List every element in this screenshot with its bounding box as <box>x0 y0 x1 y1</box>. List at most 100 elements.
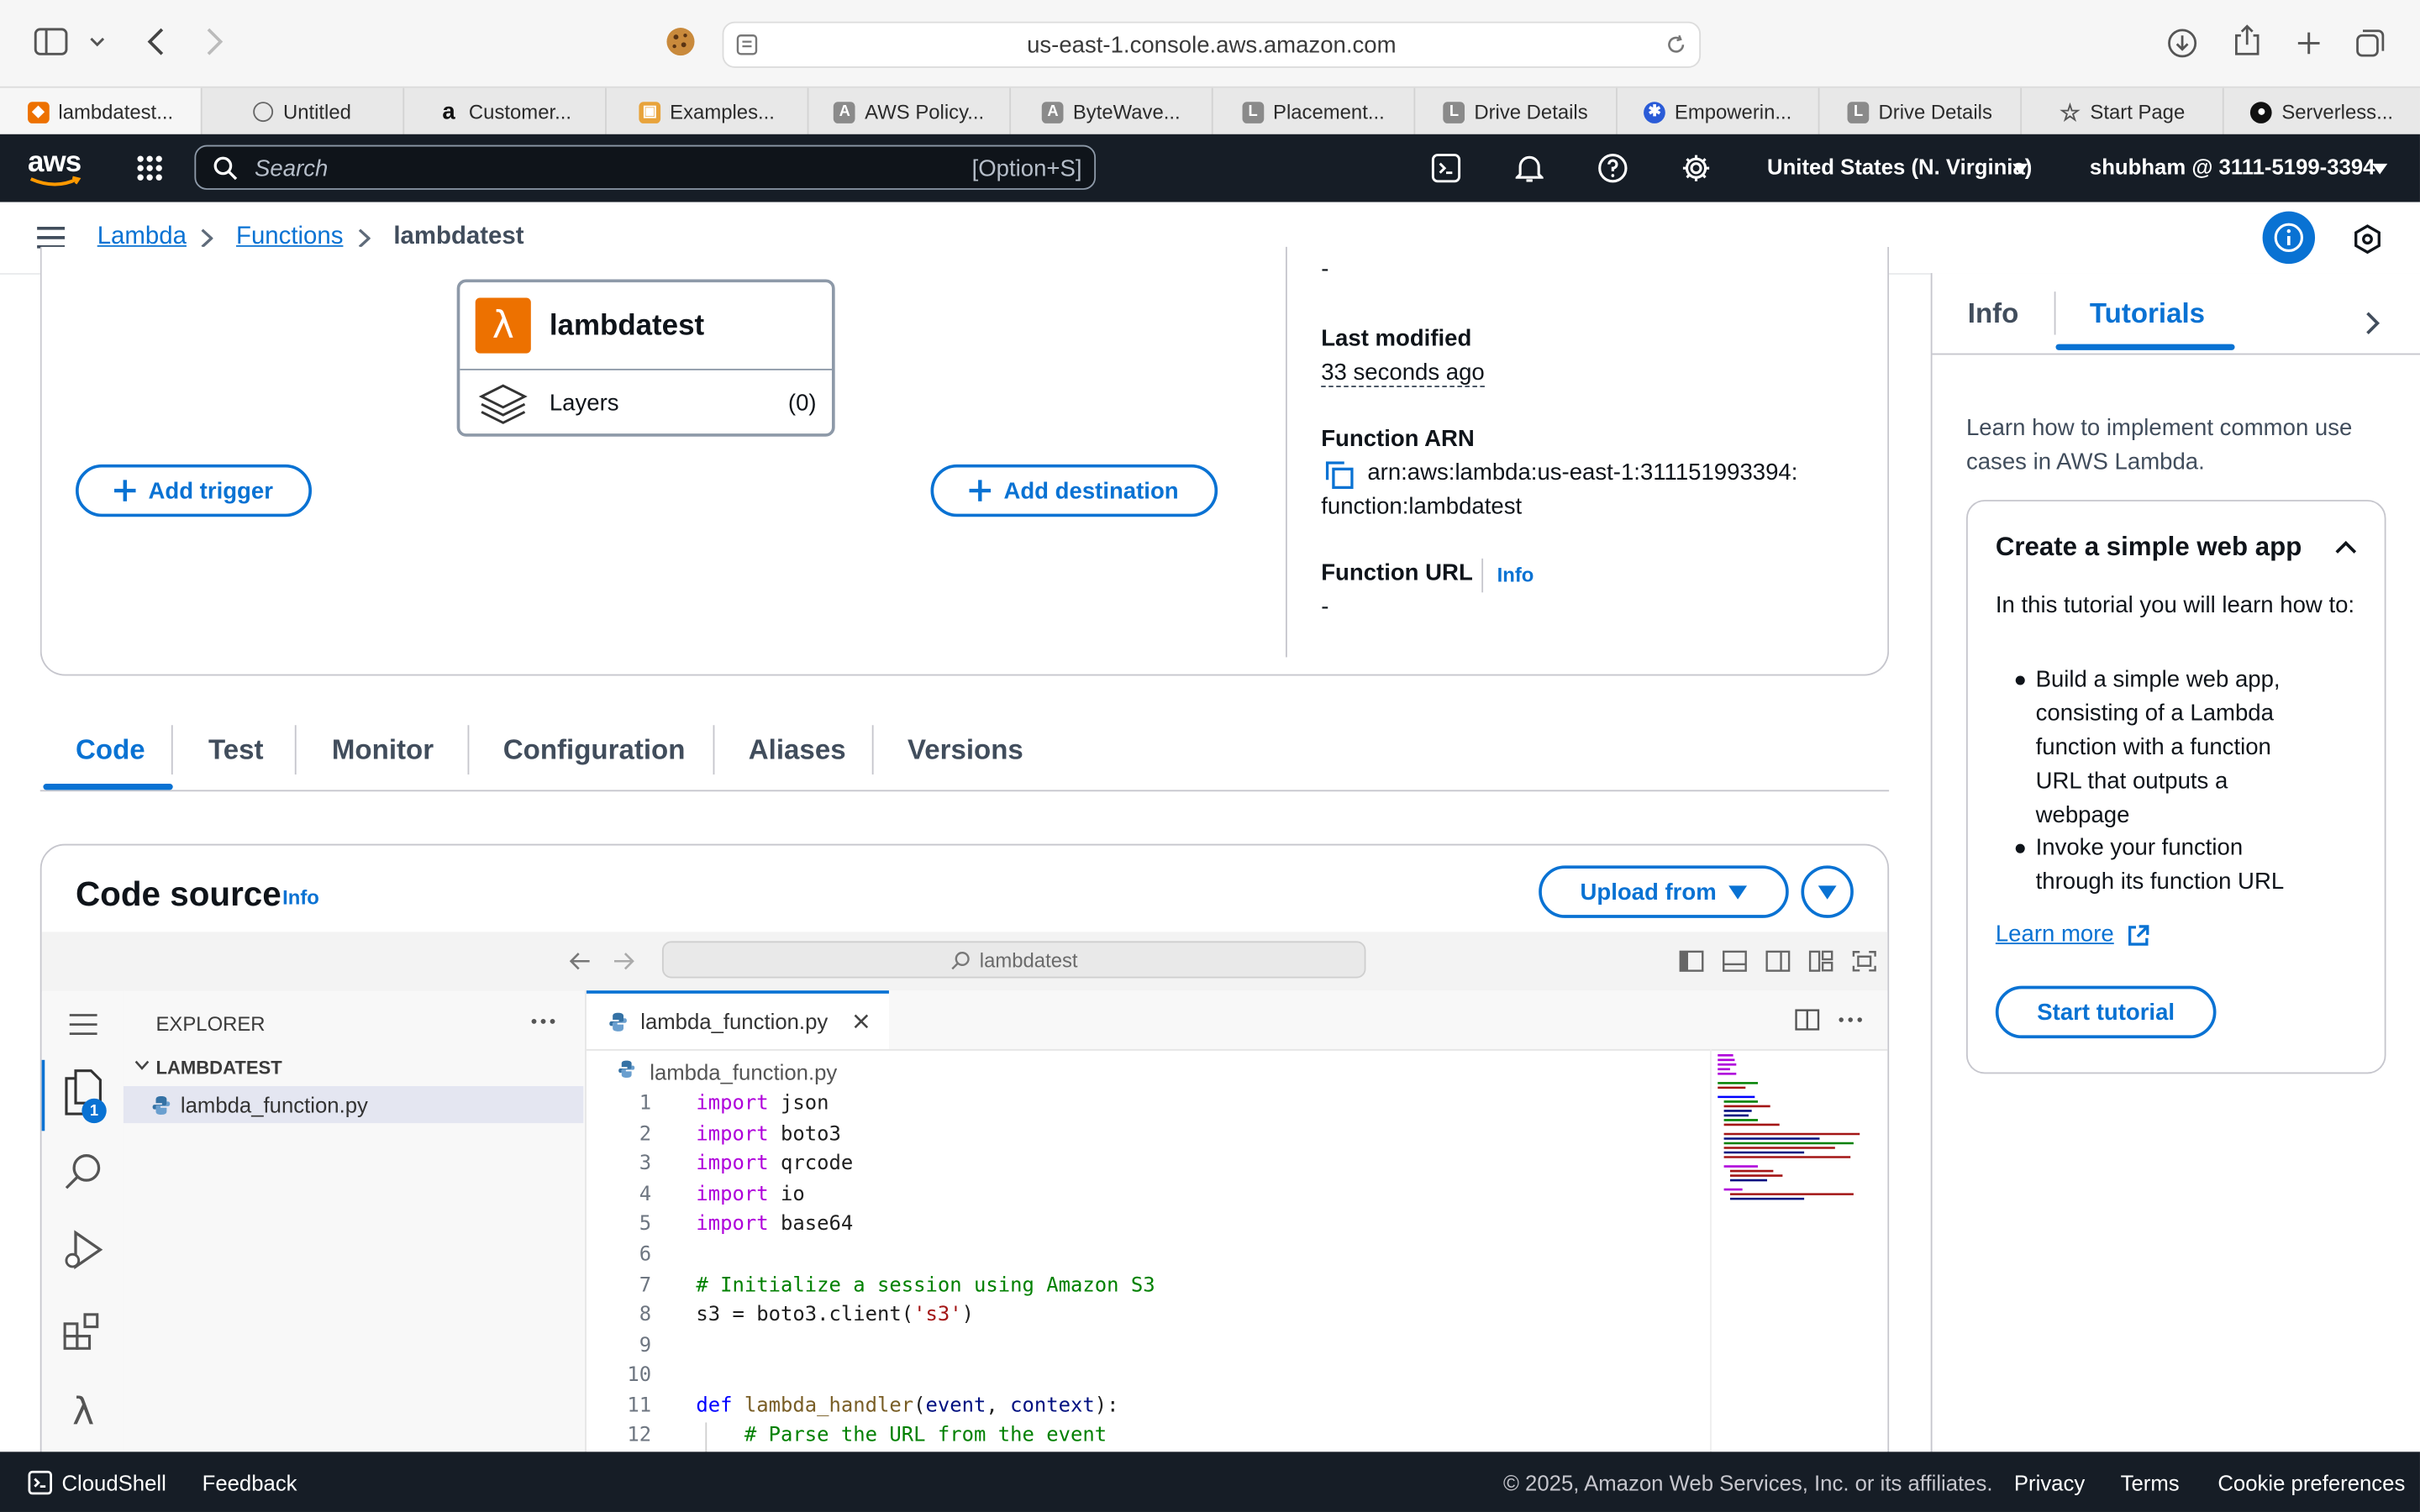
browser-tab-strip: ◆ lambdatest... Untitled a Customer... ▣… <box>0 86 2420 136</box>
nav-back-icon[interactable] <box>566 948 594 975</box>
help-icon[interactable] <box>1596 151 1629 185</box>
bell-icon[interactable] <box>1512 151 1546 185</box>
chevron-up-icon[interactable] <box>2332 533 2360 560</box>
toggle-panel-icon[interactable] <box>1721 948 1749 975</box>
tab-versions[interactable]: Versions <box>908 713 1023 787</box>
line-number: 12 <box>627 1424 652 1447</box>
upload-from-button[interactable]: Upload from <box>1539 865 1789 918</box>
aws-logo[interactable]: aws <box>28 146 89 189</box>
command-center[interactable]: lambdatest <box>661 941 1366 979</box>
folder-name[interactable]: LAMBDATEST <box>156 1057 282 1079</box>
tab-test[interactable]: Test <box>208 713 264 787</box>
region-selector[interactable]: United States (N. Virginia) <box>1767 155 2032 179</box>
browser-tab[interactable]: Untitled <box>203 87 405 136</box>
customize-layout-icon[interactable] <box>1807 948 1835 975</box>
run-debug-icon[interactable] <box>60 1228 107 1274</box>
layers-label[interactable]: Layers <box>550 391 619 417</box>
back-icon[interactable] <box>139 24 172 58</box>
add-destination-button[interactable]: Add destination <box>930 464 1218 517</box>
function-url-info-link[interactable]: Info <box>1497 563 1534 586</box>
code-source-info-link[interactable]: Info <box>282 885 319 909</box>
cookie-extension-icon[interactable] <box>664 24 697 58</box>
chevron-right-icon[interactable] <box>2358 307 2386 339</box>
browser-tab[interactable]: a Customer... <box>404 87 607 136</box>
last-modified-value[interactable]: 33 seconds ago <box>1321 360 1485 388</box>
browser-toolbar: us-east-1.console.aws.amazon.com <box>0 0 2420 87</box>
file-item-selected[interactable]: lambda_function.py <box>123 1086 584 1124</box>
browser-tab[interactable]: L Drive Details <box>1819 87 2023 136</box>
tab-overview-icon[interactable] <box>2352 24 2389 61</box>
tab-monitor[interactable]: Monitor <box>332 713 434 787</box>
feedback-link[interactable]: Feedback <box>203 1470 297 1494</box>
more-icon[interactable] <box>1837 1006 1865 1034</box>
copy-icon[interactable] <box>1324 459 1355 491</box>
browser-tab[interactable]: ☆ Start Page <box>2022 87 2224 136</box>
gear-icon[interactable] <box>1679 151 1712 185</box>
editor-tab-label: lambda_function.py <box>640 1009 829 1034</box>
hexagon-settings-icon[interactable] <box>2349 221 2386 258</box>
external-link-icon[interactable] <box>2123 921 2151 949</box>
browser-tab[interactable]: ▣ Examples... <box>607 87 809 136</box>
browser-tab[interactable]: A ByteWave... <box>1011 87 1213 136</box>
search-input[interactable]: Search [Option+S] <box>194 144 1097 190</box>
reload-icon[interactable] <box>1662 31 1690 59</box>
address-bar[interactable]: us-east-1.console.aws.amazon.com <box>722 21 1702 68</box>
menu-icon[interactable] <box>65 1009 102 1040</box>
search-icon[interactable] <box>60 1148 107 1194</box>
new-tab-icon[interactable] <box>2291 24 2328 61</box>
toggle-secondary-sidebar-icon[interactable] <box>1764 948 1791 975</box>
forward-icon[interactable] <box>197 24 231 58</box>
help-tab-tutorials[interactable]: Tutorials <box>2090 297 2205 330</box>
browser-tab[interactable]: ● Serverless... <box>2224 88 2420 136</box>
active-tab-indicator <box>43 784 173 790</box>
code-text: s3 = boto3.client('s3') <box>696 1304 975 1327</box>
browser-tab[interactable]: ✱ Empowerin... <box>1618 87 1820 136</box>
extensions-icon[interactable] <box>60 1309 107 1355</box>
tab-separator <box>713 725 715 775</box>
fullscreen-icon[interactable] <box>1850 948 1878 975</box>
download-icon[interactable] <box>2164 24 2201 61</box>
sidebar-toggle-icon[interactable] <box>31 24 71 58</box>
account-menu[interactable]: shubham @ 3111-5199-3394 <box>2090 155 2375 179</box>
more-icon[interactable] <box>528 1006 559 1037</box>
tab-label: Drive Details <box>1474 100 1588 123</box>
share-icon[interactable] <box>2228 22 2265 59</box>
cloudshell-icon[interactable] <box>26 1469 54 1497</box>
tab-aliases[interactable]: Aliases <box>749 713 846 787</box>
services-grid-icon[interactable] <box>133 151 166 185</box>
help-tab-info[interactable]: Info <box>1968 297 2019 330</box>
description-value: - <box>1321 255 1329 283</box>
browser-tab[interactable]: L Placement... <box>1213 87 1416 136</box>
plus-icon <box>114 480 136 501</box>
lambda-icon[interactable]: λ <box>60 1389 107 1435</box>
editor-breadcrumb[interactable]: lambda_function.py <box>650 1060 837 1084</box>
cloudshell-icon[interactable] <box>1429 151 1463 185</box>
privacy-link[interactable]: Privacy <box>2014 1470 2085 1494</box>
editor-tab[interactable]: lambda_function.py <box>586 990 889 1049</box>
caret-down-icon[interactable] <box>2369 157 2391 179</box>
close-icon[interactable] <box>853 1012 871 1031</box>
browser-tab[interactable]: ◆ lambdatest... <box>0 87 203 136</box>
tab-code[interactable]: Code <box>76 713 145 787</box>
start-tutorial-button[interactable]: Start tutorial <box>1995 985 2217 1039</box>
split-editor-icon[interactable] <box>1793 1006 1821 1034</box>
more-actions-dropdown[interactable] <box>1801 865 1854 918</box>
function-diagram[interactable]: λ lambdatest Layers (0) <box>456 279 835 437</box>
nav-forward-icon[interactable] <box>609 948 637 975</box>
chevron-down-icon[interactable] <box>133 1055 151 1074</box>
file-name: lambda_function.py <box>180 1092 368 1117</box>
cookie-preferences-link[interactable]: Cookie preferences <box>2217 1470 2405 1494</box>
add-trigger-button[interactable]: Add trigger <box>75 464 313 517</box>
info-panel-icon[interactable] <box>2262 211 2316 265</box>
browser-tab[interactable]: L Drive Details <box>1415 87 1618 136</box>
tab-label: lambdatest... <box>58 100 174 123</box>
caret-down-icon[interactable] <box>2009 157 2031 179</box>
toggle-primary-sidebar-icon[interactable] <box>1677 948 1705 975</box>
browser-tab[interactable]: A AWS Policy... <box>808 87 1012 136</box>
cloudshell-link[interactable]: CloudShell <box>61 1470 166 1494</box>
minimap[interactable] <box>1710 1048 1869 1491</box>
tab-configuration[interactable]: Configuration <box>503 713 686 787</box>
chevron-down-icon[interactable] <box>87 31 108 53</box>
learn-more-link[interactable]: Learn more <box>1996 921 2114 948</box>
terms-link[interactable]: Terms <box>2121 1470 2180 1494</box>
